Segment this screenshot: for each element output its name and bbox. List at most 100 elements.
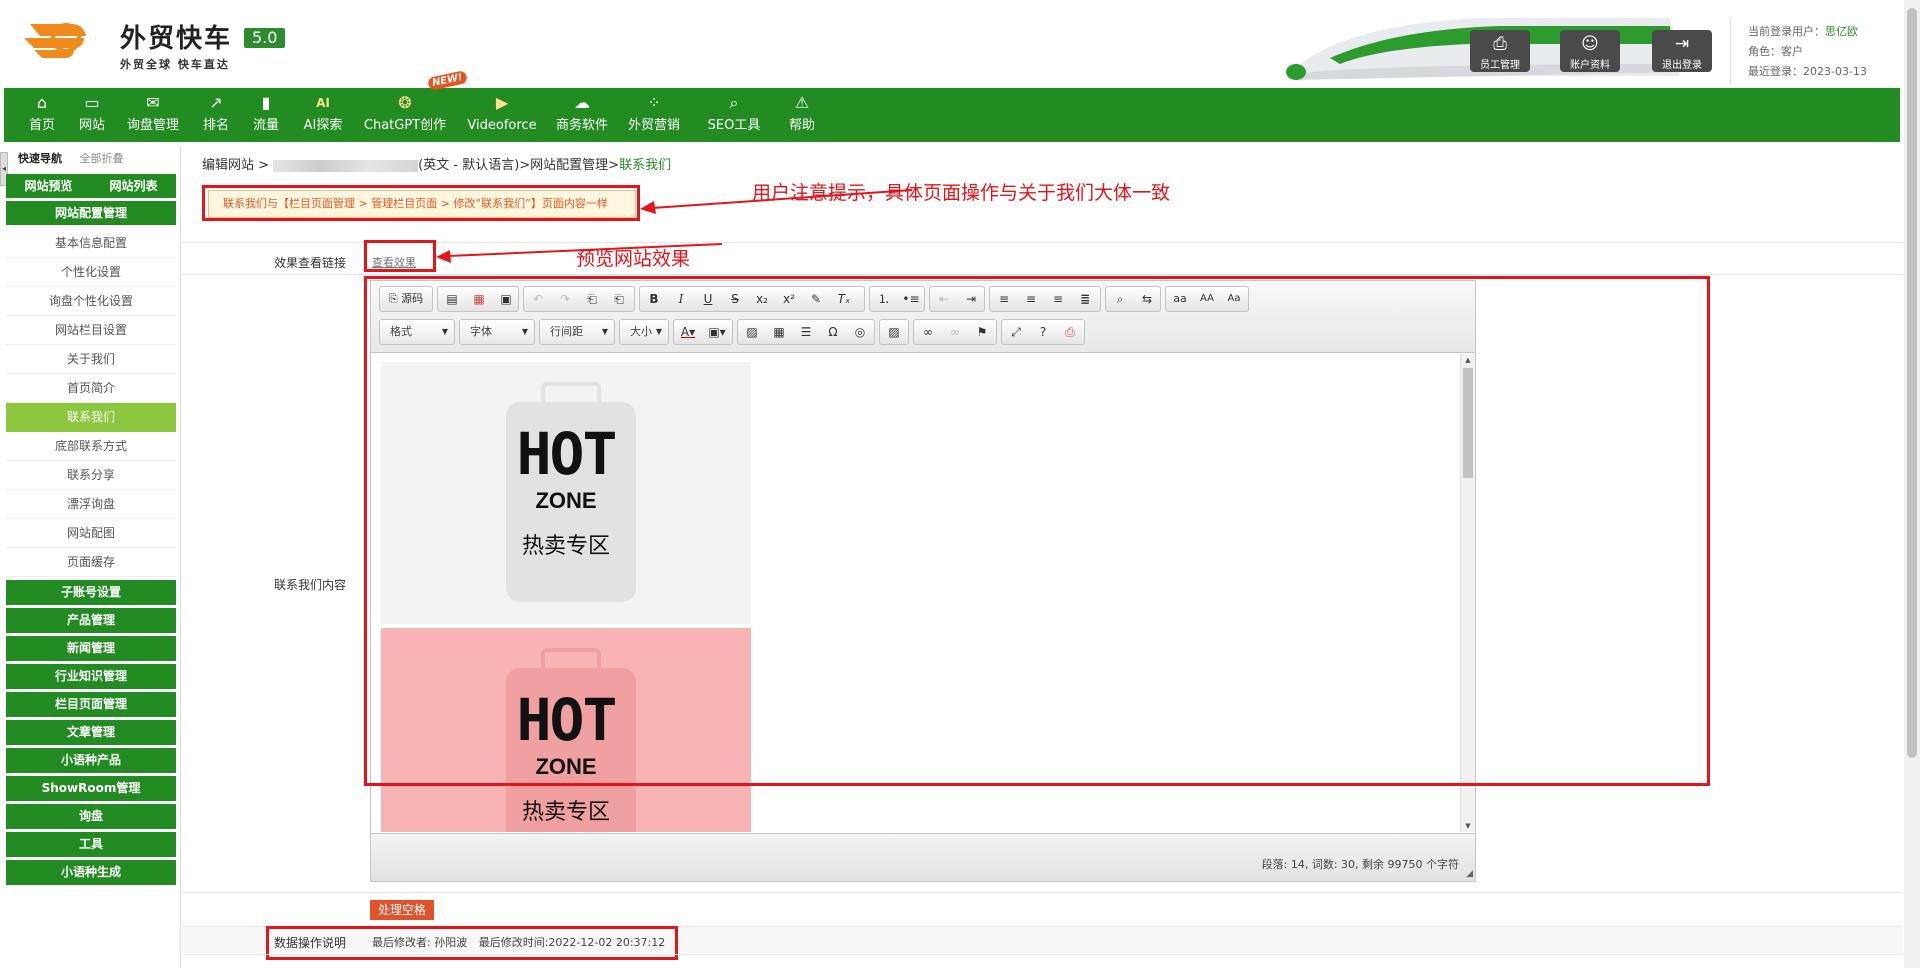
sidebar-group-products[interactable]: 产品管理 <box>6 608 176 633</box>
breadcrumb-current: 联系我们 <box>619 158 672 173</box>
brand-version: 5.0 <box>244 28 286 48</box>
nav-videoforce[interactable]: ▶ Videoforce <box>462 88 542 142</box>
chatgpt-icon: ❂ <box>398 93 412 112</box>
nav-label: 商务软件 <box>555 118 608 133</box>
breadcrumb: 编辑网站 > (英文 - 默认语言)>网站配置管理>联系我们 <box>202 154 671 173</box>
last-login: 最近登录：2023-03-13 <box>1748 65 1867 78</box>
nav-help[interactable]: ⚠ 帮助 <box>780 88 824 142</box>
logo[interactable]: 外贸快车 5.0 外贸全球 快车直达 <box>22 14 312 74</box>
collapse-all-link[interactable]: 全部折叠 <box>80 152 124 165</box>
account-icon: ☺ <box>1581 34 1599 54</box>
nav-label: ChatGPT创作 <box>363 118 447 133</box>
staff-management-label: 员工管理 <box>1480 60 1520 71</box>
current-user-name[interactable]: 思亿欧 <box>1825 25 1858 38</box>
sidebar-group-showroom[interactable]: ShowRoom管理 <box>6 776 176 801</box>
sidebar-group-minor-lang-generate[interactable]: 小语种生成 <box>6 860 176 885</box>
header: 外贸快车 5.0 外贸全球 快车直达 ⎙ 员工管理 ☺ 账户资料 ⇥ 退出登录 … <box>0 0 1920 88</box>
sidebar-group-tools[interactable]: 工具 <box>6 832 176 857</box>
sidebar-item-floating-inquiry[interactable]: 漂浮询盘 <box>6 490 176 519</box>
sidebar-group-subaccount[interactable]: 子账号设置 <box>6 580 176 605</box>
row-divider <box>182 892 1902 893</box>
monitor-icon: ▭ <box>84 93 100 112</box>
redacted-site-name <box>273 159 419 172</box>
quick-nav-label[interactable]: 快速导航 <box>18 152 62 165</box>
breadcrumb-prefix[interactable]: 编辑网站 > <box>202 158 269 173</box>
user-role: 角色：客户 <box>1748 45 1803 58</box>
page-scroll-thumb[interactable] <box>1907 8 1917 758</box>
app-root: 外贸快车 5.0 外贸全球 快车直达 ⎙ 员工管理 ☺ 账户资料 ⇥ 退出登录 … <box>0 0 1920 968</box>
user-divider <box>1730 18 1731 84</box>
process-spaces-button[interactable]: 处理空格 <box>370 900 435 920</box>
sidebar-item-contact-share[interactable]: 联系分享 <box>6 461 176 490</box>
ai-icon: AI <box>316 96 330 110</box>
annotation-box-preview <box>364 240 436 272</box>
sidebar-group-news[interactable]: 新闻管理 <box>6 636 176 661</box>
sidebar-item-home-intro[interactable]: 首页简介 <box>6 374 176 403</box>
editor-word-count: 段落: 14, 词数: 30, 剩余 99750 个字符 <box>1261 858 1459 871</box>
nav-label: 排名 <box>202 118 229 133</box>
logout-button[interactable]: ⇥ 退出登录 <box>1652 30 1712 72</box>
nav-label: AI探索 <box>303 118 343 133</box>
sidebar-group-industry-knowledge[interactable]: 行业知识管理 <box>6 664 176 689</box>
nav-marketing[interactable]: ⁘ 外贸营销 <box>622 88 686 142</box>
main-nav: ⌂ 首页 ▭ 网站 ✉ 询盘管理 ↗ 排名 ▮ 流量 AI AI探索 ❂ ChatGPT创作 … <box>4 88 1900 142</box>
sidebar-top: 快速导航 全部折叠 <box>4 146 180 172</box>
nav-label: 询盘管理 <box>126 118 179 133</box>
sidebar-group-column-pages[interactable]: 栏目页面管理 <box>6 692 176 717</box>
nav-website[interactable]: ▭ 网站 <box>70 88 114 142</box>
nav-traffic[interactable]: ▮ 流量 <box>244 88 288 142</box>
sidebar-item-footer-contact[interactable]: 底部联系方式 <box>6 432 176 461</box>
scroll-down-icon[interactable]: ▼ <box>1461 822 1475 830</box>
breadcrumb-lang: (英文 - 默认语言) <box>418 158 520 173</box>
row-divider <box>182 954 1902 955</box>
sidebar-item-basic-info[interactable]: 基本信息配置 <box>6 229 176 258</box>
annotation-notice-text: 用户注意提示，具体页面操作与关于我们大体一致 <box>752 182 1171 204</box>
nav-label: 外贸营销 <box>627 118 680 133</box>
nav-seo-tools[interactable]: ⌕ SEO工具 <box>702 88 766 142</box>
tab-website-preview[interactable]: 网站预览 <box>6 174 91 198</box>
annotation-box-notice <box>202 185 640 221</box>
sidebar-group-articles[interactable]: 文章管理 <box>6 720 176 745</box>
logout-label: 退出登录 <box>1662 60 1702 71</box>
nav-inquiry[interactable]: ✉ 询盘管理 <box>122 88 184 142</box>
main-content: 编辑网站 > (英文 - 默认语言)>网站配置管理>联系我们 联系我们与【栏目页… <box>182 146 1902 968</box>
annotation-preview-text: 预览网站效果 <box>576 248 691 270</box>
sidebar-item-page-cache[interactable]: 页面缓存 <box>6 548 176 577</box>
sidebar-divider <box>180 146 181 968</box>
sidebar-item-column-settings[interactable]: 网站栏目设置 <box>6 316 176 345</box>
sidebar-item-inquiry-personalize[interactable]: 询盘个性化设置 <box>6 287 176 316</box>
video-icon: ▶ <box>495 93 509 112</box>
grid-icon: ⁘ <box>647 93 661 112</box>
staff-management-button[interactable]: ⎙ 员工管理 <box>1470 30 1530 72</box>
nav-ai-explore[interactable]: AI AI探索 <box>296 88 350 142</box>
cloud-icon: ☁ <box>574 93 590 112</box>
sidebar-group-minor-lang-products[interactable]: 小语种产品 <box>6 748 176 773</box>
search-icon: ⌕ <box>729 93 739 112</box>
user-info: 当前登录用户：思亿欧 角色：客户 最近登录：2023-03-13 <box>1748 22 1867 82</box>
home-icon: ⌂ <box>36 93 48 112</box>
nav-ranking[interactable]: ↗ 排名 <box>194 88 238 142</box>
contact-content-label: 联系我们内容 <box>273 578 346 592</box>
account-info-button[interactable]: ☺ 账户资料 <box>1560 30 1620 72</box>
preview-link-label: 效果查看链接 <box>273 256 346 270</box>
sidebar-item-personalize[interactable]: 个性化设置 <box>6 258 176 287</box>
bar-chart-icon: ▮ <box>261 93 271 112</box>
sidebar: 快速导航 全部折叠 网站预览 网站列表 网站配置管理 基本信息配置 个性化设置 … <box>4 146 180 892</box>
breadcrumb-middle[interactable]: >网站配置管理> <box>519 158 619 173</box>
sidebar-group-inquiry[interactable]: 询盘 <box>6 804 176 829</box>
sidebar-item-contact-us[interactable]: 联系我们 <box>6 403 176 432</box>
image-caption: 热卖专区 <box>521 800 610 825</box>
brand-slogan: 外贸全球 快车直达 <box>120 58 230 71</box>
nav-home[interactable]: ⌂ 首页 <box>20 88 64 142</box>
nav-label: 网站 <box>78 118 105 133</box>
sidebar-item-site-images[interactable]: 网站配图 <box>6 519 176 548</box>
sidebar-section-site-config[interactable]: 网站配置管理 <box>6 201 176 225</box>
sidebar-item-about-us[interactable]: 关于我们 <box>6 345 176 374</box>
nav-chatgpt[interactable]: ❂ ChatGPT创作 <box>358 88 452 142</box>
tab-website-list[interactable]: 网站列表 <box>91 174 176 198</box>
nav-business-software[interactable]: ☁ 商务软件 <box>550 88 614 142</box>
page-scrollbar[interactable] <box>1904 0 1920 968</box>
resize-grip-icon[interactable]: ◢ <box>1466 869 1473 879</box>
account-info-label: 账户资料 <box>1570 60 1610 71</box>
current-user-prefix: 当前登录用户： <box>1748 25 1825 38</box>
